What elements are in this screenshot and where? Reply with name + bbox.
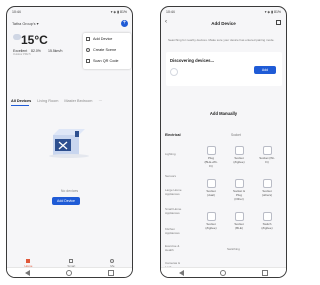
device-tile[interactable]: Socket (Wi-Fi) (259, 146, 275, 164)
tab-underline (11, 105, 29, 106)
device-label: Socket (Wi-Fi) (259, 156, 275, 164)
device-label: Socket (others) (261, 189, 273, 197)
spinner-icon (170, 68, 178, 76)
smart-icon (69, 259, 74, 263)
plug-icon (206, 146, 216, 155)
device-tile[interactable]: Socket (others) (259, 179, 275, 197)
add-device-button[interactable]: Add Device (52, 197, 80, 205)
cloud-icon (13, 34, 21, 40)
socket-icon (234, 179, 244, 188)
device-tile[interactable]: Socket & Plug (Other) (231, 179, 247, 201)
category-large-appliances[interactable]: Large Home Appliances (165, 188, 187, 196)
home-circle-icon[interactable] (66, 269, 72, 276)
back-icon[interactable] (25, 269, 30, 276)
add-plus-icon[interactable]: + (121, 20, 128, 27)
menu-label: Scan QR Code (93, 59, 119, 63)
status-time: 10:44 (12, 10, 21, 14)
discovering-text: Discovering devices... (170, 58, 214, 63)
device-label: Socket (dual) (206, 189, 216, 197)
weather-card: 15°C Excellent 82.0% 15.5km/h Outdoor PM… (11, 31, 71, 65)
menu-item-add-device[interactable]: Add Device (86, 37, 112, 41)
category-small-appliances[interactable]: Small Home Appliances (165, 207, 187, 215)
socket-icon (234, 212, 244, 221)
device-tile[interactable]: Socket (Zigbee) (203, 212, 219, 230)
socket-icon (234, 146, 244, 155)
scan-icon[interactable] (276, 20, 281, 25)
device-tile[interactable]: Plug (BLE+Wi-Fi) (203, 146, 219, 168)
device-label: Socket & Plug (Other) (232, 189, 245, 201)
recents-icon[interactable] (108, 269, 114, 276)
status-icons: ▾ ◈ ▮ 81% (110, 10, 127, 14)
tab-living-room[interactable]: Living Room (37, 99, 58, 103)
tab-more[interactable]: ··· (98, 99, 102, 103)
add-manually-heading: Add Manually (209, 111, 238, 116)
status-bar: 10:44 ▾ ◈ ▮ 81% (7, 7, 132, 17)
phone-home-screen: 10:44 ▾ ◈ ▮ 81% Tatha Group's ▾ + 15°C E… (6, 6, 133, 278)
menu-item-scan-qr[interactable]: Scan QR Code (86, 59, 119, 63)
profile-icon (110, 259, 115, 263)
home-icon (26, 259, 31, 263)
tab-all-devices[interactable]: All Devices (11, 99, 31, 103)
system-nav-bar (161, 267, 286, 277)
status-icons: ▾ ◈ ▮ 81% (264, 10, 281, 14)
discover-add-button[interactable]: Add (254, 66, 276, 74)
empty-state-text: No devices (60, 189, 79, 193)
page-title: Add Device (211, 21, 236, 26)
discovering-card: Discovering devices... Add (166, 52, 282, 86)
socket-icon (206, 212, 216, 221)
add-device-icon (86, 37, 90, 41)
menu-item-create-scene[interactable]: Create Scene (86, 48, 116, 52)
device-tile[interactable]: Socket (dual) (203, 179, 219, 197)
device-label: Socket (Zigbee) (233, 156, 245, 164)
add-popup-menu: Add Device Create Scene Scan QR Code (83, 33, 131, 69)
category-sensors[interactable]: Sensors (165, 174, 187, 178)
category-lighting[interactable]: Lighting (165, 152, 187, 156)
phone-add-device-screen: 10:44 ▾ ◈ ▮ 81% ‹ Add Device Searching f… (160, 6, 287, 278)
device-tile[interactable]: Socket (BLE) (231, 212, 247, 230)
device-label: Socket (Zigbee) (205, 222, 217, 230)
weather-wind: 15.5km/h (48, 49, 63, 53)
scene-icon (86, 48, 90, 52)
category-kitchen-appliances[interactable]: Kitchen Appliances (165, 227, 187, 235)
home-selector[interactable]: Tatha Group's ▾ (12, 21, 38, 26)
status-time: 10:44 (166, 10, 175, 14)
room-tabs: All Devices Living Room Master Bedroom ·… (11, 99, 129, 103)
status-bar: 10:44 ▾ ◈ ▮ 81% (161, 7, 286, 17)
device-label: Socket (BLE) (234, 222, 244, 230)
weather-humidity: 82.0% (31, 49, 41, 53)
device-tile[interactable]: Switch (Zigbee) (259, 212, 275, 230)
socket-icon (262, 179, 272, 188)
tab-master-bedroom[interactable]: Master Bedroom (64, 99, 92, 103)
empty-box-illustration (45, 125, 89, 159)
weather-temp: 15°C (21, 33, 48, 47)
device-tile[interactable]: Socket (Zigbee) (231, 146, 247, 164)
socket-icon (206, 179, 216, 188)
category-exercise-health[interactable]: Exercise & Health (165, 244, 187, 252)
switch-icon (262, 212, 272, 221)
socket-icon (262, 146, 272, 155)
device-label: Plug (BLE+Wi-Fi) (204, 156, 218, 168)
menu-label: Add Device (93, 37, 113, 41)
device-label: Switch (Zigbee) (261, 222, 273, 230)
back-icon[interactable] (179, 269, 184, 276)
menu-label: Create Scene (93, 48, 117, 52)
home-circle-icon[interactable] (220, 269, 226, 276)
recents-icon[interactable] (262, 269, 268, 276)
system-nav-bar (7, 267, 132, 277)
category-electrical[interactable]: Electrical (165, 133, 181, 137)
bluetooth-notice: Searching for nearby devices. Make sure … (168, 38, 275, 42)
switching-label: Switching (227, 247, 240, 251)
socket-header: Socket (231, 133, 241, 137)
weather-sub-left: Outdoor PM2.5 (13, 53, 31, 56)
qr-code-icon (86, 59, 90, 63)
